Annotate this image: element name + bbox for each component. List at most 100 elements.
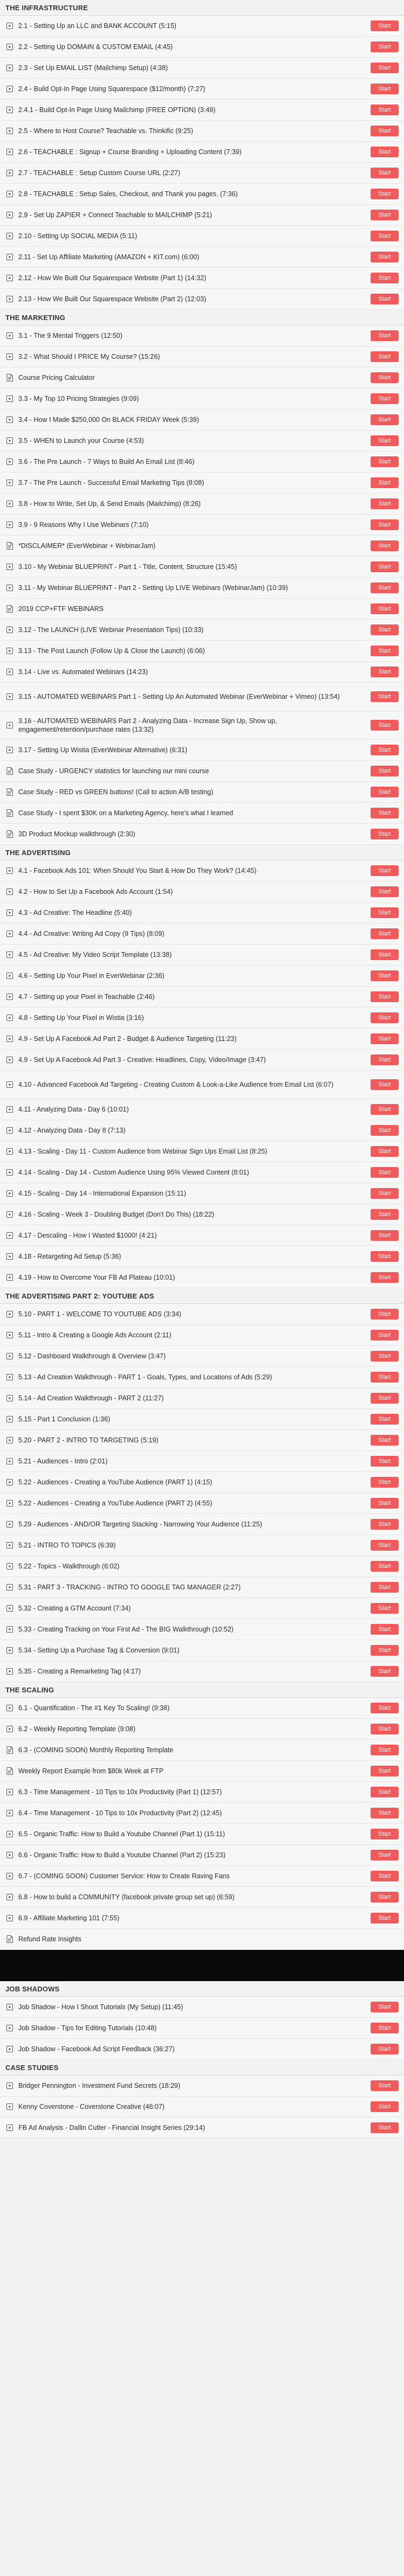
start-button[interactable]: Start — [371, 41, 399, 52]
start-button[interactable]: Start — [371, 273, 399, 283]
lecture-item[interactable]: 5.34 - Setting Up a Purchase Tag & Conve… — [0, 1640, 404, 1661]
start-button[interactable]: Start — [371, 393, 399, 404]
lecture-item[interactable]: 3.1 - The 9 Mental Triggers (12:50) Start — [0, 325, 404, 346]
lecture-item[interactable]: 2.2 - Setting Up DOMAIN & CUSTOM EMAIL (… — [0, 37, 404, 58]
start-button[interactable]: Start — [371, 210, 399, 220]
lecture-item[interactable]: 2.11 - Set Up Affiliate Marketing (AMAZO… — [0, 247, 404, 268]
start-button[interactable]: Start — [371, 2080, 399, 2091]
start-button[interactable]: Start — [371, 456, 399, 467]
start-button[interactable]: Start — [371, 1913, 399, 1924]
start-button[interactable]: Start — [371, 351, 399, 362]
lecture-item[interactable]: 2.5 - Where to Host Course? Teachable vs… — [0, 121, 404, 142]
lecture-item[interactable]: 5.21 - INTRO TO TOPICS (6:39) Start — [0, 1535, 404, 1556]
start-button[interactable]: Start — [371, 1871, 399, 1881]
lecture-item[interactable]: 3.12 - The LAUNCH (LIVE Webinar Presenta… — [0, 620, 404, 641]
start-button[interactable]: Start — [371, 1724, 399, 1734]
lecture-item[interactable]: 6.5 - Organic Traffic: How to Build a Yo… — [0, 1824, 404, 1845]
start-button[interactable]: Start — [371, 603, 399, 614]
lecture-item[interactable]: 2.12 - How We Built Our Squarespace Webs… — [0, 268, 404, 289]
start-button[interactable]: Start — [371, 189, 399, 199]
start-button[interactable]: Start — [371, 1892, 399, 1903]
start-button[interactable]: Start — [371, 84, 399, 94]
start-button[interactable]: Start — [371, 1054, 399, 1065]
lecture-item[interactable]: 4.7 - Setting up your Pixel in Teachable… — [0, 987, 404, 1008]
lecture-item[interactable]: 4.11 - Analyzing Data - Day 6 (10:01) Sta… — [0, 1099, 404, 1120]
lecture-item[interactable]: 6.9 - Affiliate Marketing 101 (7:55) Star… — [0, 1908, 404, 1929]
lecture-item[interactable]: 2.4 - Build Opt-In Page Using Squarespac… — [0, 79, 404, 100]
start-button[interactable]: Start — [371, 745, 399, 755]
lecture-item[interactable]: Bridger Pennington - Investment Fund Sec… — [0, 2075, 404, 2096]
lecture-item[interactable]: 6.3 - (COMING SOON) Monthly Reporting Te… — [0, 1740, 404, 1761]
lecture-item[interactable]: 4.6 - Setting Up Your Pixel in EverWebin… — [0, 966, 404, 987]
start-button[interactable]: Start — [371, 1787, 399, 1797]
lecture-item[interactable]: 5.21 - Audiences - Intro (2:01) Start — [0, 1451, 404, 1472]
start-button[interactable]: Start — [371, 1850, 399, 1860]
lecture-item[interactable]: 2.3 - Set Up EMAIL LIST (Mailchimp Setup… — [0, 58, 404, 79]
lecture-item[interactable]: 6.8 - How to build a COMMUNITY (facebook… — [0, 1887, 404, 1908]
lecture-item[interactable]: 2.4.1 - Build Opt-In Page Using Mailchim… — [0, 100, 404, 121]
start-button[interactable]: Start — [371, 2023, 399, 2033]
lecture-item[interactable]: Refund Rate Insights — [0, 1929, 404, 1950]
lecture-item[interactable]: 4.2 - How to Set Up a Facebook Ads Accou… — [0, 881, 404, 902]
start-button[interactable]: Start — [371, 1745, 399, 1755]
start-button[interactable]: Start — [371, 970, 399, 981]
lecture-item[interactable]: 3.7 - The Pre Launch - Successful Email … — [0, 473, 404, 494]
start-button[interactable]: Start — [371, 582, 399, 593]
lecture-item[interactable]: 5.11 - Intro & Creating a Google Ads Acc… — [0, 1325, 404, 1346]
start-button[interactable]: Start — [371, 1766, 399, 1776]
lecture-item[interactable]: 4.16 - Scaling - Week 3 - Doubling Budge… — [0, 1204, 404, 1225]
lecture-item[interactable]: 5.35 - Creating a Remarketing Tag (4:17)… — [0, 1661, 404, 1682]
lecture-item[interactable]: 4.4 - Ad Creative: Writing Ad Copy (9 Ti… — [0, 924, 404, 945]
start-button[interactable]: Start — [371, 720, 399, 731]
lecture-item[interactable]: 4.18 - Retargeting Ad Setup (5:36) Start — [0, 1246, 404, 1267]
start-button[interactable]: Start — [371, 1167, 399, 1178]
start-button[interactable]: Start — [371, 1414, 399, 1425]
start-button[interactable]: Start — [371, 1330, 399, 1341]
lecture-item[interactable]: 3.11 - My Webinar BLUEPRINT - Part 2 - S… — [0, 578, 404, 599]
start-button[interactable]: Start — [371, 1393, 399, 1404]
lecture-item[interactable]: 6.7 - (COMING SOON) Customer Service: Ho… — [0, 1866, 404, 1887]
lecture-item[interactable]: 4.10 - Advanced Facebook Ad Targeting - … — [0, 1071, 404, 1099]
start-button[interactable]: Start — [371, 1209, 399, 1220]
start-button[interactable]: Start — [371, 1435, 399, 1446]
start-button[interactable]: Start — [371, 2122, 399, 2133]
lecture-item[interactable]: Case Study - URGENCY statistics for laun… — [0, 761, 404, 782]
start-button[interactable]: Start — [371, 20, 399, 31]
lecture-item[interactable]: 5.14 - Ad Creation Walkthrough - PART 2 … — [0, 1388, 404, 1409]
start-button[interactable]: Start — [371, 105, 399, 115]
lecture-item[interactable]: 3.14 - Live vs. Automated Webinars (14:2… — [0, 662, 404, 683]
lecture-item[interactable]: Kenny Coverstone - Coverstone Creative (… — [0, 2096, 404, 2117]
start-button[interactable]: Start — [371, 1703, 399, 1713]
start-button[interactable]: Start — [371, 1624, 399, 1635]
start-button[interactable]: Start — [371, 1351, 399, 1362]
lecture-item[interactable]: 3.4 - How I Made $250,000 On BLACK FRIDA… — [0, 409, 404, 431]
start-button[interactable]: Start — [371, 1230, 399, 1241]
start-button[interactable]: Start — [371, 1272, 399, 1283]
start-button[interactable]: Start — [371, 808, 399, 818]
lecture-item[interactable]: 2.10 - Setting Up SOCIAL MEDIA (5:11) Sta… — [0, 226, 404, 247]
lecture-item[interactable]: 4.13 - Scaling - Day 11 - Custom Audienc… — [0, 1141, 404, 1162]
start-button[interactable]: Start — [371, 519, 399, 530]
start-button[interactable]: Start — [371, 991, 399, 1002]
lecture-item[interactable]: *DISCLAIMER* (EverWebinar + WebinarJam) S… — [0, 536, 404, 557]
lecture-item[interactable]: 2.6 - TEACHABLE : Signup + Course Brandi… — [0, 142, 404, 163]
lecture-item[interactable]: 3.9 - 9 Reasons Why I Use Webinars (7:10… — [0, 515, 404, 536]
start-button[interactable]: Start — [371, 126, 399, 136]
start-button[interactable]: Start — [371, 865, 399, 876]
lecture-item[interactable]: 3.5 - WHEN to Launch your Course (4:53) S… — [0, 431, 404, 452]
lecture-item[interactable]: 3.3 - My Top 10 Pricing Strategies (9:09… — [0, 388, 404, 409]
start-button[interactable]: Start — [371, 666, 399, 677]
lecture-item[interactable]: 2.13 - How We Built Our Squarespace Webs… — [0, 289, 404, 310]
lecture-item[interactable]: 3.16 - AUTOMATED WEBINARS Part 2 - Analy… — [0, 711, 404, 740]
lecture-item[interactable]: 5.22 - Audiences - Creating a YouTube Au… — [0, 1472, 404, 1493]
start-button[interactable]: Start — [371, 330, 399, 341]
lecture-item[interactable]: 3.8 - How to Write, Set Up, & Send Email… — [0, 494, 404, 515]
start-button[interactable]: Start — [371, 1456, 399, 1467]
start-button[interactable]: Start — [371, 63, 399, 73]
start-button[interactable]: Start — [371, 540, 399, 551]
lecture-item[interactable]: 2019 CCP+FTF WEBINARS Start — [0, 599, 404, 620]
lecture-item[interactable]: 5.13 - Ad Creation Walkthrough - PART 1 … — [0, 1367, 404, 1388]
lecture-item[interactable]: 5.22 - Audiences - Creating a YouTube Au… — [0, 1493, 404, 1514]
start-button[interactable]: Start — [371, 1251, 399, 1262]
lecture-item[interactable]: Case Study - RED vs GREEN buttons! (Call… — [0, 782, 404, 803]
